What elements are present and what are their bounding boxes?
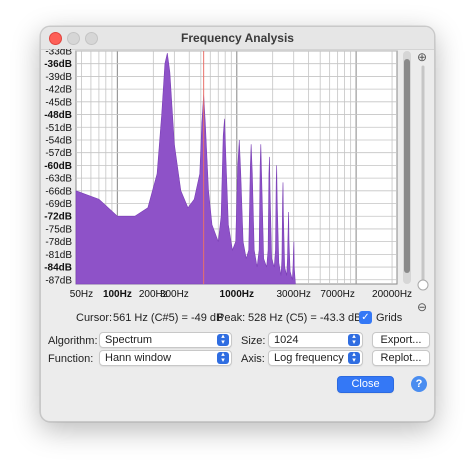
cursor-value: 561 Hz (C#5) = -49 dB xyxy=(113,312,224,324)
y-tick-label: -87dB xyxy=(45,275,72,286)
peak-label: Peak: xyxy=(217,312,246,324)
axis-label: Axis: xyxy=(241,353,265,365)
grids-checkbox[interactable]: ✓ xyxy=(359,311,372,324)
y-tick-label: -51dB xyxy=(45,123,72,134)
x-tick-label: 3000Hz xyxy=(276,289,310,300)
y-tick-label: -42dB xyxy=(45,85,72,96)
zoom-slider-thumb[interactable] xyxy=(417,279,429,291)
y-axis-ticks: -33dB-36dB -39dB -42dB-45dB -48dB -51dB-54dB… xyxy=(44,49,72,286)
close-button[interactable]: Close xyxy=(337,376,394,393)
zoom-in-icon[interactable]: ⊕ xyxy=(417,50,427,64)
export-button[interactable]: Export... xyxy=(372,332,430,348)
x-tick-label: 300Hz xyxy=(160,289,189,300)
chevron-updown-icon: ▴ ▾ xyxy=(348,333,360,346)
x-tick-label: 7000Hz xyxy=(320,289,354,300)
spectrum-plot: -33dB-36dB -39dB -42dB-45dB -48dB -51dB-54dB… xyxy=(44,49,429,314)
cursor-label: Cursor: xyxy=(76,312,113,324)
y-tick-label: -84dB xyxy=(44,263,72,274)
frequency-analysis-window: Frequency Analysis -33dB -36dB -39dB -42dB -… xyxy=(40,26,435,422)
y-tick-label: -39dB xyxy=(45,72,72,83)
function-label: Function: xyxy=(48,353,94,365)
algorithm-select[interactable]: Spectrum ▴ ▾ xyxy=(99,332,232,348)
x-tick-label: 20000Hz xyxy=(372,289,412,300)
y-tick-label: -36dB xyxy=(44,59,72,70)
window-title: Frequency Analysis xyxy=(181,31,294,45)
algorithm-label: Algorithm: xyxy=(48,335,98,347)
size-label: Size: xyxy=(241,335,266,347)
y-tick-label: -72dB xyxy=(44,212,72,223)
x-tick-label: 1000Hz xyxy=(220,289,254,300)
x-tick-label: 50Hz xyxy=(70,289,93,300)
y-tick-label: -75dB xyxy=(45,224,72,235)
y-tick-label: -45dB xyxy=(45,97,72,108)
zoom-slider[interactable]: ⊕ ⊖ xyxy=(417,50,429,314)
axis-select[interactable]: Log frequency ▴ ▾ xyxy=(268,350,363,366)
chevron-updown-icon: ▴ ▾ xyxy=(217,351,229,364)
function-select[interactable]: Hann window ▴ ▾ xyxy=(99,350,232,366)
y-tick-label: -54dB xyxy=(45,135,72,146)
y-tick-label: -33dB xyxy=(45,49,72,58)
function-value: Hann window xyxy=(105,352,172,364)
y-tick-label: -48dB xyxy=(44,110,72,121)
replot-button[interactable]: Replot... xyxy=(372,350,430,366)
y-tick-label: -63dB xyxy=(45,174,72,185)
y-tick-label: -69dB xyxy=(45,199,72,210)
x-axis-ticks: 50Hz 100Hz 200Hz300Hz 1000Hz 3000Hz 7000Hz 200… xyxy=(70,289,412,300)
y-tick-label: -66dB xyxy=(45,186,72,197)
peak-value: 528 Hz (C5) = -43.3 dB xyxy=(248,312,362,324)
x-tick-label: 100Hz xyxy=(103,289,132,300)
plot-scrollbar-thumb[interactable] xyxy=(404,59,410,273)
title-bar: Frequency Analysis xyxy=(41,27,434,50)
grids-label: Grids xyxy=(376,312,403,324)
size-value: 1024 xyxy=(274,334,299,346)
y-tick-label: -81dB xyxy=(45,250,72,261)
axis-value: Log frequency xyxy=(274,352,344,364)
chevron-updown-icon: ▴ ▾ xyxy=(217,333,229,346)
algorithm-value: Spectrum xyxy=(105,334,153,346)
y-tick-label: -57dB xyxy=(45,148,72,159)
y-tick-label: -78dB xyxy=(45,237,72,248)
help-icon[interactable]: ? xyxy=(411,376,427,392)
size-select[interactable]: 1024 ▴ ▾ xyxy=(268,332,363,348)
zoom-out-icon[interactable]: ⊖ xyxy=(417,300,427,314)
y-tick-label: -60dB xyxy=(44,161,72,172)
chevron-updown-icon: ▴ ▾ xyxy=(348,351,360,364)
